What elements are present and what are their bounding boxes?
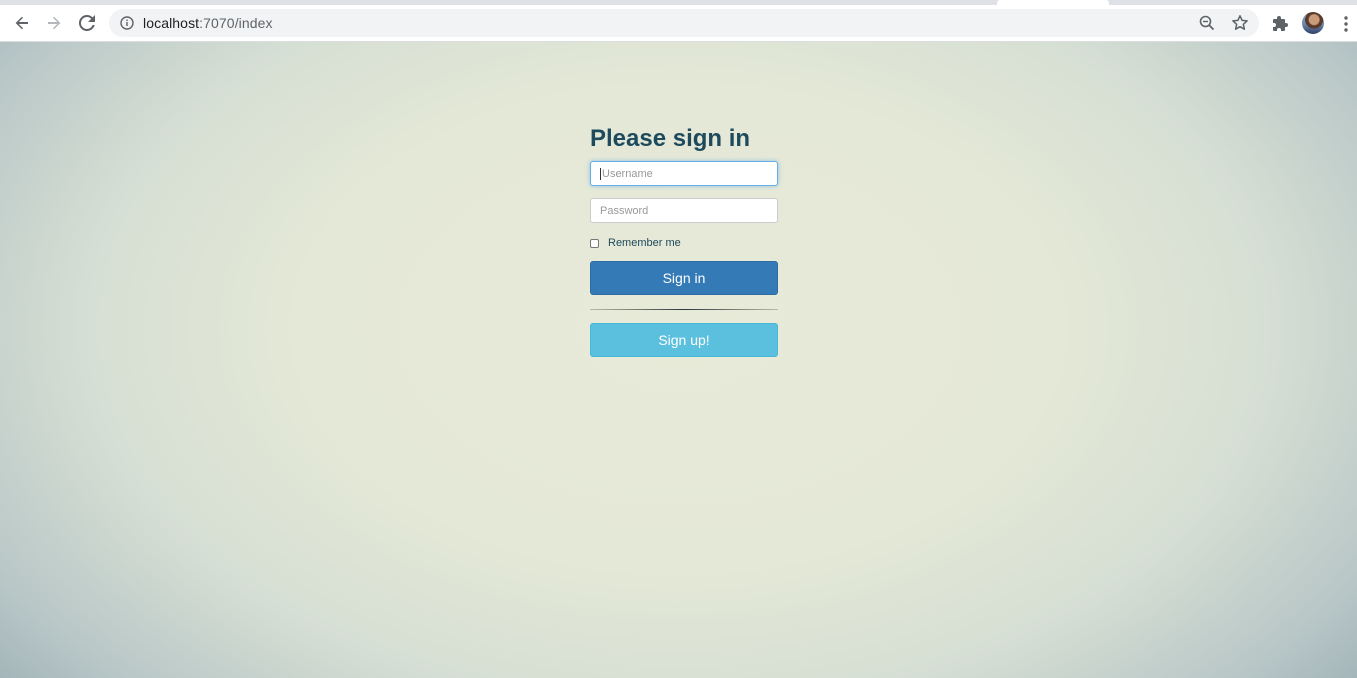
- forward-button[interactable]: [39, 8, 69, 38]
- username-input[interactable]: Username: [590, 161, 778, 186]
- info-icon[interactable]: [120, 16, 134, 30]
- zoom-out-icon[interactable]: [1199, 15, 1215, 31]
- profile-avatar[interactable]: [1302, 12, 1324, 34]
- page-viewport: Please sign in Username Password Remembe…: [0, 42, 1357, 678]
- arrow-left-icon: [15, 16, 28, 30]
- password-placeholder: Password: [600, 204, 649, 217]
- remember-me-checkbox[interactable]: [590, 238, 599, 248]
- url-host: localhost: [143, 15, 200, 31]
- back-button[interactable]: [7, 8, 37, 38]
- kebab-menu-icon[interactable]: [1339, 14, 1353, 34]
- page-title: Please sign in: [590, 125, 751, 152]
- password-input[interactable]: Password: [590, 198, 778, 223]
- address-bar[interactable]: localhost:7070/index: [109, 9, 1259, 37]
- sign-in-button[interactable]: Sign in: [590, 261, 778, 295]
- arrow-right-icon: [48, 16, 61, 30]
- star-icon[interactable]: [1231, 14, 1249, 32]
- browser-toolbar: localhost:7070/index: [0, 5, 1357, 42]
- url-path: :7070/index: [199, 15, 273, 31]
- reload-icon: [79, 15, 95, 31]
- remember-me-label[interactable]: Remember me: [608, 237, 681, 249]
- divider: [590, 309, 778, 310]
- puzzle-icon[interactable]: [1271, 15, 1289, 33]
- sign-up-button[interactable]: Sign up!: [590, 323, 778, 357]
- url-text[interactable]: localhost:7070/index: [143, 16, 273, 30]
- reload-button[interactable]: [72, 8, 102, 38]
- text-caret: [600, 167, 601, 180]
- username-placeholder: Username: [602, 167, 653, 180]
- remember-me-row: Remember me: [590, 237, 681, 249]
